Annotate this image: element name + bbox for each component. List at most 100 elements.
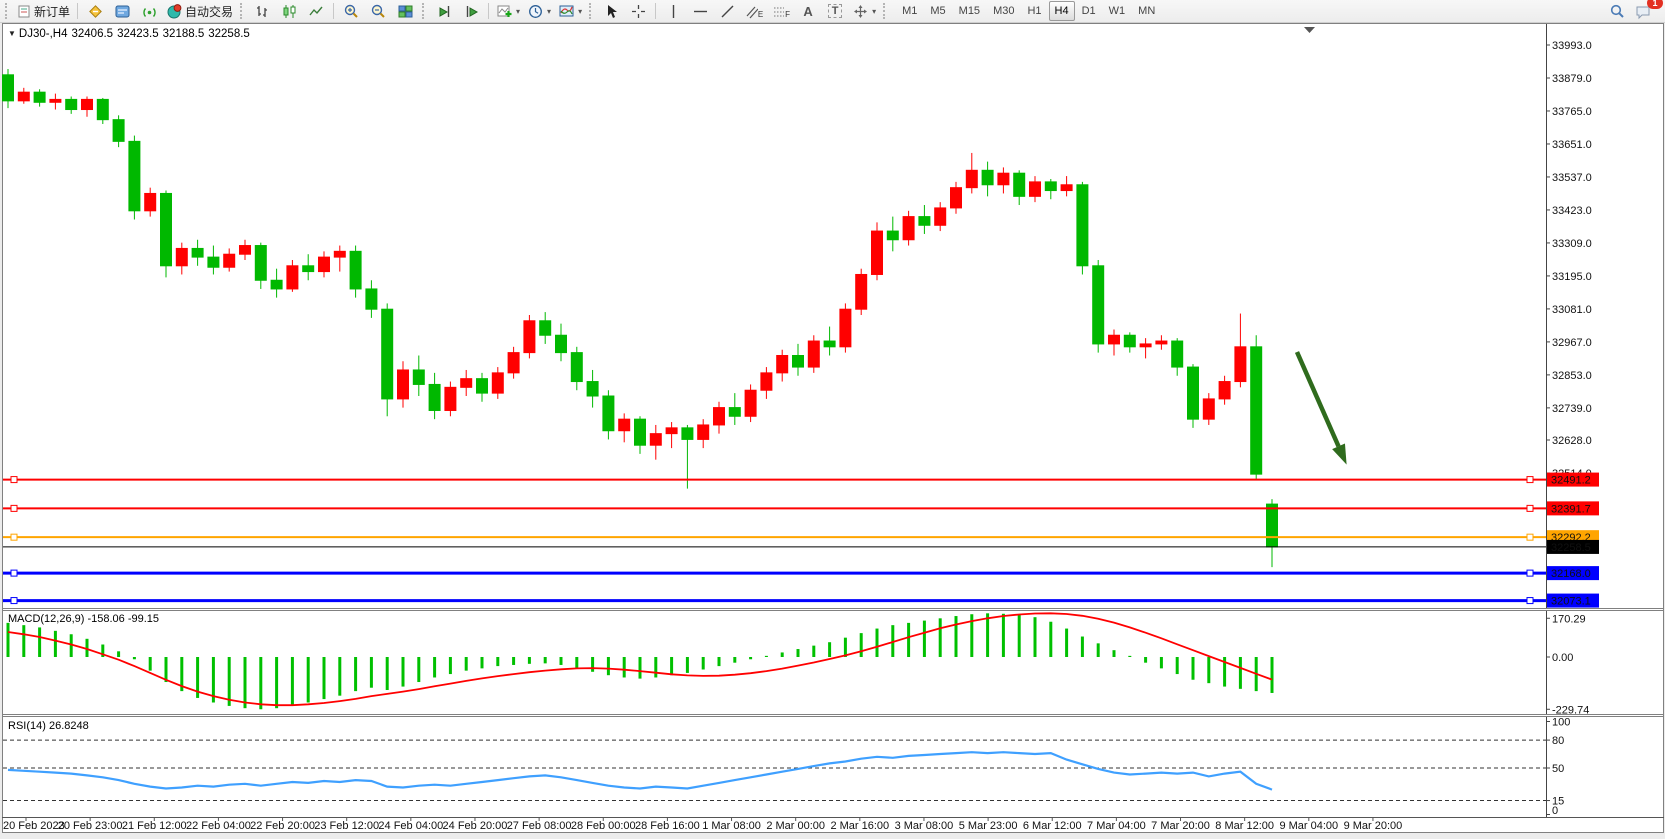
line-handle[interactable] bbox=[1527, 534, 1533, 540]
arrows-button[interactable]: ▾ bbox=[849, 0, 879, 22]
price-axis-label: 32628.0 bbox=[1552, 435, 1592, 447]
timeframe-h1-button[interactable]: H1 bbox=[1021, 1, 1047, 21]
time-axis-label: 27 Feb 08:00 bbox=[507, 820, 572, 832]
candle-down bbox=[1251, 347, 1262, 474]
autotrading-button[interactable]: 自动交易 bbox=[163, 0, 236, 22]
time-axis-label: 2 Mar 00:00 bbox=[766, 820, 825, 832]
chart-shift-icon bbox=[463, 3, 480, 20]
candle-down bbox=[919, 217, 930, 226]
price-axis-label: 32853.0 bbox=[1552, 370, 1592, 382]
toolbar-grip[interactable] bbox=[883, 3, 888, 19]
crosshair-button[interactable] bbox=[625, 0, 651, 22]
timeframe-d1-button[interactable]: D1 bbox=[1076, 1, 1102, 21]
candle-down bbox=[66, 99, 77, 109]
time-axis-label: 23 Feb 12:00 bbox=[314, 820, 379, 832]
tile-windows-button[interactable] bbox=[392, 0, 418, 22]
candle-down bbox=[887, 231, 898, 240]
mt4-window: 新订单 bbox=[0, 0, 1665, 839]
candle-down bbox=[1045, 182, 1056, 191]
timeframe-m1-button[interactable]: M1 bbox=[896, 1, 923, 21]
equidistant-channel-button[interactable]: E bbox=[741, 0, 767, 22]
candle-up bbox=[619, 419, 630, 431]
candle-up bbox=[18, 92, 29, 101]
timeframe-mn-button[interactable]: MN bbox=[1132, 1, 1161, 21]
price-tag-label: 32391.7 bbox=[1551, 503, 1591, 515]
line-handle[interactable] bbox=[11, 598, 17, 604]
auto-scroll-button[interactable] bbox=[431, 0, 457, 22]
candle-down bbox=[682, 428, 693, 440]
line-handle[interactable] bbox=[11, 570, 17, 576]
time-axis-label: 28 Feb 00:00 bbox=[571, 820, 636, 832]
templates-button[interactable]: ▾ bbox=[555, 0, 585, 22]
timeframe-h4-button[interactable]: H4 bbox=[1049, 1, 1075, 21]
time-axis-label: 9 Mar 04:00 bbox=[1279, 820, 1338, 832]
timeframe-w1-button[interactable]: W1 bbox=[1103, 1, 1132, 21]
line-chart-icon bbox=[308, 3, 325, 20]
ohlc-low: 32188.5 bbox=[163, 28, 205, 40]
cursor-button[interactable] bbox=[598, 0, 624, 22]
price-axis-label: 33651.0 bbox=[1552, 139, 1592, 151]
fibonacci-button[interactable]: F bbox=[768, 0, 794, 22]
market-watch-button[interactable] bbox=[82, 0, 108, 22]
horizontal-line-button[interactable] bbox=[687, 0, 713, 22]
search-button[interactable] bbox=[1604, 0, 1630, 22]
bar-chart-button[interactable] bbox=[249, 0, 275, 22]
line-handle[interactable] bbox=[11, 477, 17, 483]
timeframe-m5-button[interactable]: M5 bbox=[924, 1, 951, 21]
zoom-in-button[interactable] bbox=[338, 0, 364, 22]
timeframe-m30-button[interactable]: M30 bbox=[987, 1, 1020, 21]
candlestick-chart-button[interactable] bbox=[276, 0, 302, 22]
toolbar-grip[interactable] bbox=[240, 3, 245, 19]
price-axis-label: 33765.0 bbox=[1552, 106, 1592, 118]
time-axis-label: 3 Mar 08:00 bbox=[895, 820, 954, 832]
timeframe-m15-button[interactable]: M15 bbox=[953, 1, 986, 21]
text-label-button[interactable]: T bbox=[822, 0, 848, 22]
time-axis-label: 21 Feb 12:00 bbox=[122, 820, 187, 832]
signals-button[interactable] bbox=[136, 0, 162, 22]
toolbar-grip[interactable] bbox=[422, 3, 427, 19]
price-axis-label: 33195.0 bbox=[1552, 271, 1592, 283]
candle-down bbox=[793, 356, 804, 368]
candle-down bbox=[192, 248, 203, 257]
price-axis-label: 33537.0 bbox=[1552, 172, 1592, 184]
toolbar-grip[interactable] bbox=[5, 3, 10, 19]
candle-down bbox=[429, 384, 440, 410]
candle-up bbox=[966, 170, 977, 187]
fibonacci-letter: F bbox=[785, 10, 790, 19]
line-handle[interactable] bbox=[1527, 570, 1533, 576]
chat-button[interactable]: 1 bbox=[1631, 0, 1657, 22]
candle-up bbox=[1030, 182, 1041, 196]
dropdown-caret: ▾ bbox=[578, 7, 582, 16]
candle-down bbox=[1093, 266, 1104, 344]
new-order-button[interactable]: 新订单 bbox=[14, 0, 73, 22]
line-handle[interactable] bbox=[1527, 477, 1533, 483]
candle-up bbox=[145, 193, 156, 210]
text-button[interactable]: A bbox=[795, 0, 821, 22]
line-handle[interactable] bbox=[1527, 505, 1533, 511]
rsi-axis-label: 100 bbox=[1552, 717, 1570, 729]
line-handle[interactable] bbox=[11, 534, 17, 540]
line-handle[interactable] bbox=[11, 505, 17, 511]
chart-shift-button[interactable] bbox=[458, 0, 484, 22]
toolbar-grip[interactable] bbox=[589, 3, 594, 19]
price-tag-label: 32258.5 bbox=[1551, 542, 1591, 554]
candle-down bbox=[1172, 341, 1183, 367]
chart-dropdown-icon[interactable]: ▼ bbox=[8, 29, 16, 38]
line-handle[interactable] bbox=[1527, 598, 1533, 604]
candle-up bbox=[714, 408, 725, 425]
ohlc-close: 32258.5 bbox=[208, 28, 250, 40]
periods-button[interactable]: ▾ bbox=[524, 0, 554, 22]
reports-button[interactable] bbox=[109, 0, 135, 22]
time-axis-label: 5 Mar 23:00 bbox=[959, 820, 1018, 832]
candle-up bbox=[287, 266, 298, 289]
zoom-out-button[interactable] bbox=[365, 0, 391, 22]
indicators-button[interactable]: ▾ bbox=[493, 0, 523, 22]
line-chart-button[interactable] bbox=[303, 0, 329, 22]
time-axis-label: 7 Mar 04:00 bbox=[1087, 820, 1146, 832]
candle-up bbox=[508, 353, 519, 373]
trendline-button[interactable] bbox=[714, 0, 740, 22]
candle-up bbox=[808, 341, 819, 367]
chart-canvas[interactable]: 33993.033879.033765.033651.033537.033423… bbox=[0, 0, 1665, 839]
search-icon bbox=[1609, 3, 1626, 20]
vertical-line-button[interactable] bbox=[660, 0, 686, 22]
